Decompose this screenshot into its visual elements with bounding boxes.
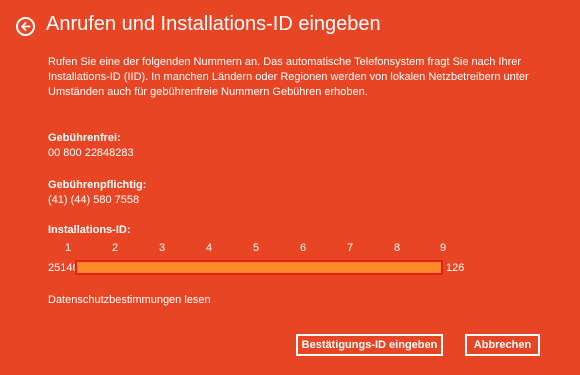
id-group-number: 2 bbox=[111, 242, 119, 254]
privacy-statement-link[interactable]: Datenschutzbestimmungen lesen bbox=[48, 294, 211, 306]
back-button[interactable] bbox=[16, 17, 35, 36]
instructions-text: Rufen Sie eine der folgenden Nummern an.… bbox=[48, 56, 529, 98]
installation-id-end: 126 bbox=[446, 262, 465, 274]
cancel-button[interactable]: Abbrechen bbox=[465, 334, 540, 356]
id-group-number: 5 bbox=[252, 242, 260, 254]
id-group-number: 1 bbox=[64, 242, 72, 254]
id-group-number: 9 bbox=[439, 242, 447, 254]
installation-id-label: Installations-ID: bbox=[48, 224, 131, 236]
toll-number: (41) (44) 580 7558 bbox=[48, 194, 140, 206]
id-group-number: 3 bbox=[158, 242, 166, 254]
enter-confirmation-id-button[interactable]: Bestätigungs-ID eingeben bbox=[296, 334, 443, 356]
id-group-number: 8 bbox=[393, 242, 401, 254]
id-group-number: 4 bbox=[205, 242, 213, 254]
back-arrow-icon bbox=[20, 21, 31, 32]
toll-label: Gebührenpflichtig: bbox=[48, 179, 147, 191]
toll-free-label: Gebührenfrei: bbox=[48, 132, 121, 144]
page-title: Anrufen und Installations-ID eingeben bbox=[46, 13, 381, 35]
id-group-number: 7 bbox=[346, 242, 354, 254]
toll-free-number: 00 800 22848283 bbox=[48, 147, 134, 159]
id-group-number: 6 bbox=[299, 242, 307, 254]
installation-id-redaction bbox=[75, 260, 443, 275]
installation-id-start: 25146 bbox=[48, 262, 79, 274]
